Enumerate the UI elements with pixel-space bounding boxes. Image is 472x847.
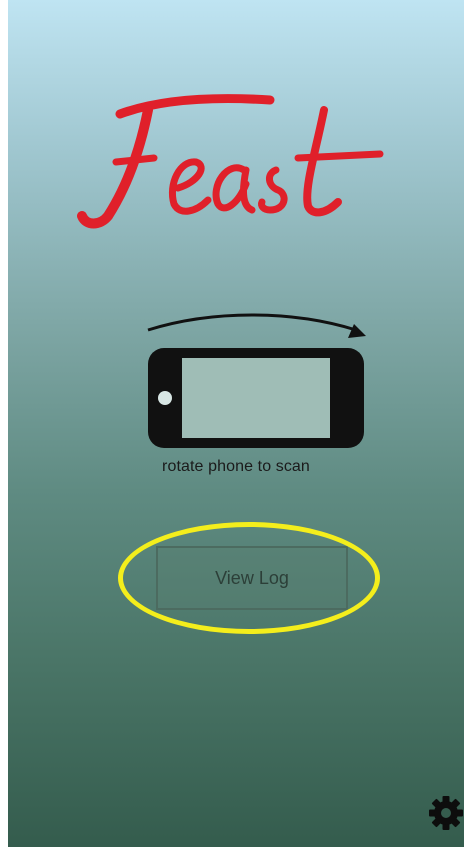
gear-icon[interactable] — [428, 795, 464, 831]
feast-logo — [77, 94, 384, 229]
view-log-button[interactable]: View Log — [156, 546, 348, 610]
app-screen: rotate phone to scan View Log — [8, 0, 464, 847]
rotate-instruction-label: rotate phone to scan — [162, 458, 310, 475]
rotate-phone-icon — [147, 313, 366, 448]
